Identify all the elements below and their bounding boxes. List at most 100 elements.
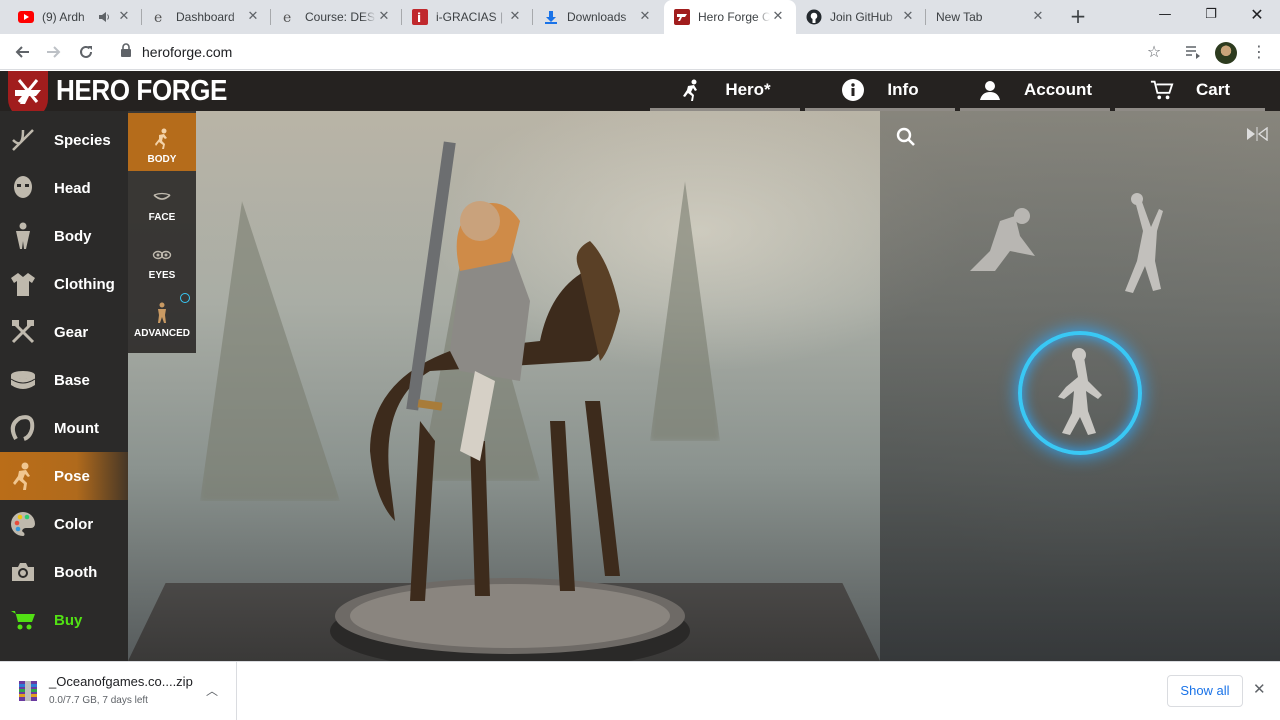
chevron-up-icon[interactable]: ︿	[206, 682, 218, 699]
browser-tab-youtube[interactable]: (9) Ardh ✕	[8, 0, 142, 34]
nav-account[interactable]: Account	[960, 71, 1110, 111]
close-icon[interactable]: ✕	[1030, 9, 1046, 25]
cart-icon	[8, 605, 38, 635]
browser-tab-github[interactable]: Join GitHub ✕	[796, 0, 926, 34]
pose-preset-thumbnail[interactable]	[1115, 191, 1175, 301]
hero-icon	[679, 78, 703, 102]
selected-pose-preset[interactable]	[1018, 331, 1142, 455]
address-bar[interactable]: heroforge.com	[108, 38, 1170, 66]
svg-text:e: e	[283, 10, 291, 25]
back-button[interactable]	[10, 40, 34, 64]
menu-label: Buy	[54, 611, 83, 629]
download-shelf: _Oceanofgames.co....zip 0.0/7.7 GB, 7 da…	[0, 661, 1280, 720]
nav-hero[interactable]: Hero*	[650, 71, 800, 111]
new-tab-button[interactable]: +	[1068, 6, 1088, 27]
camera-icon	[8, 557, 38, 587]
menu-label: Body	[54, 227, 92, 245]
menu-item-booth[interactable]: Booth	[0, 548, 128, 596]
tab-title: Downloads	[567, 10, 627, 24]
heroforge-page: HERO FORGE Hero* Info Account Cart Speci…	[0, 71, 1280, 661]
edge-e-icon: e	[281, 9, 297, 25]
menu-item-pose[interactable]: Pose	[0, 452, 128, 500]
tab-title: Join GitHub	[830, 10, 893, 24]
figure-advanced-icon	[151, 302, 173, 324]
mouth-icon	[151, 186, 173, 208]
profile-avatar[interactable]	[1215, 42, 1237, 64]
kebab-menu-icon[interactable]: ⋮	[1247, 40, 1271, 64]
minimize-button[interactable]: —	[1142, 0, 1188, 32]
browser-tab-dashboard[interactable]: e Dashboard ✕	[142, 0, 271, 34]
submenu-label: BODY	[147, 154, 177, 165]
close-icon[interactable]: ✕	[507, 9, 523, 25]
menu-label: Booth	[54, 563, 98, 581]
browser-tab-newtab[interactable]: New Tab ✕	[926, 0, 1056, 34]
submenu-item-eyes[interactable]: EYES	[128, 229, 196, 287]
download-item[interactable]: _Oceanofgames.co....zip 0.0/7.7 GB, 7 da…	[0, 662, 237, 720]
close-icon[interactable]: ✕	[1253, 680, 1266, 698]
browser-tab-heroforge[interactable]: Hero Forge C ✕	[664, 0, 796, 34]
menu-item-base[interactable]: Base	[0, 356, 128, 404]
star-icon[interactable]: ☆	[1142, 40, 1166, 64]
browser-tab-downloads[interactable]: Downloads ✕	[533, 0, 663, 34]
nav-cart[interactable]: Cart	[1115, 71, 1265, 111]
nav-label: Hero*	[725, 79, 771, 99]
submenu-item-advanced[interactable]: ADVANCED	[128, 287, 196, 345]
archive-file-icon	[18, 679, 38, 708]
cart-icon	[1150, 78, 1174, 102]
media-control-icon[interactable]	[1181, 40, 1205, 64]
menu-item-mount[interactable]: Mount	[0, 404, 128, 452]
browser-tab-course[interactable]: e Course: DESI ✕	[271, 0, 402, 34]
eyes-icon	[151, 244, 173, 266]
close-icon[interactable]: ✕	[900, 9, 916, 25]
browser-tab-igracias[interactable]: i i-GRACIAS | ✕	[402, 0, 533, 34]
window-close-button[interactable]: ✕	[1234, 0, 1280, 32]
hero-miniature-model[interactable]	[300, 121, 720, 661]
palette-icon	[8, 509, 38, 539]
menu-item-head[interactable]: Head	[0, 164, 128, 212]
menu-item-color[interactable]: Color	[0, 500, 128, 548]
menu-item-body[interactable]: Body	[0, 212, 128, 260]
menu-label: Clothing	[54, 275, 115, 293]
close-icon[interactable]: ✕	[637, 9, 653, 25]
show-all-downloads-button[interactable]: Show all	[1167, 675, 1243, 707]
menu-item-species[interactable]: Species	[0, 116, 128, 164]
nav-label: Info	[887, 79, 919, 99]
reload-button[interactable]	[74, 40, 98, 64]
head-icon	[8, 173, 38, 203]
pose-icon	[8, 461, 38, 491]
close-icon[interactable]: ✕	[376, 9, 392, 25]
submenu-item-body[interactable]: BODY	[128, 113, 196, 171]
restore-button[interactable]: ❐	[1188, 0, 1234, 32]
pose-preset-thumbnail[interactable]	[960, 201, 1050, 281]
submenu-item-face[interactable]: FACE	[128, 171, 196, 229]
url-text: heroforge.com	[142, 44, 233, 60]
svg-text:i: i	[417, 11, 421, 25]
menu-item-gear[interactable]: Gear	[0, 308, 128, 356]
menu-label: Mount	[54, 419, 99, 437]
app-header: HERO FORGE Hero* Info Account Cart	[0, 71, 1280, 119]
menu-item-buy[interactable]: Buy	[0, 596, 128, 644]
menu-label: Head	[54, 179, 91, 197]
tab-title: (9) Ardh	[42, 10, 85, 24]
close-icon[interactable]: ✕	[116, 9, 132, 25]
menu-item-clothing[interactable]: Clothing	[0, 260, 128, 308]
github-icon	[806, 9, 822, 25]
close-icon[interactable]: ✕	[245, 9, 261, 25]
category-menu: Species Head Body Clothing Gear Base Mou…	[0, 111, 128, 661]
menu-label: Pose	[54, 467, 90, 485]
search-icon[interactable]	[896, 127, 916, 152]
speaker-icon[interactable]	[96, 9, 112, 25]
lock-icon[interactable]	[120, 42, 132, 62]
brand-wordmark[interactable]: HERO FORGE	[56, 75, 227, 108]
red-i-icon: i	[412, 9, 428, 25]
download-filename: _Oceanofgames.co....zip	[49, 674, 193, 689]
tab-title: Dashboard	[176, 10, 235, 24]
joint-indicator-icon	[180, 293, 190, 303]
dna-icon	[8, 125, 38, 155]
close-icon[interactable]: ✕	[770, 9, 786, 25]
forward-button[interactable]	[42, 40, 66, 64]
mirror-pose-icon[interactable]	[1246, 126, 1268, 146]
nav-info[interactable]: Info	[805, 71, 955, 111]
submenu-label: ADVANCED	[134, 328, 190, 339]
menu-label: Gear	[54, 323, 89, 341]
